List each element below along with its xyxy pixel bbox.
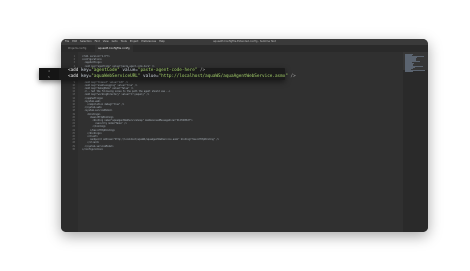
xml-string: "paste-agent-code-here" [137,68,198,73]
xml-string: "agentCode" [91,68,120,73]
zoomed-code-callout: 4 5 <add key="agentCode" value="paste-ag… [39,68,296,80]
tab-projects-config[interactable]: Projects.config [65,45,89,52]
code-line: </configuration> [82,147,104,151]
xml-string: "aquaWebServiceURL" [91,74,141,79]
code-line: <endpoint address="http://localhost/aqua… [82,138,219,142]
minimap[interactable] [403,52,428,232]
line-number: 30 [72,147,75,151]
tab-bar: Projects.config aquaAPI.ConfigFile.confi… [61,45,428,52]
xml-tag: <add [68,68,79,73]
xml-tag: <add [68,74,79,79]
xml-tag-end: /> [197,68,206,73]
xml-attr: value= [119,68,138,73]
zoom-line-number: 5 [48,75,50,79]
xml-attr: key= [78,74,92,79]
xml-tag-end: /> [287,74,296,79]
xml-attr: value= [140,74,159,79]
tab-aquaapi-config[interactable]: aquaAPI.ConfigFile.config [95,45,133,52]
xml-string: "http://localhost/aquaWS/aquaAgentWebSer… [158,74,288,79]
minimap-line [405,71,412,73]
xml-attr: key= [78,68,92,73]
zoom-code-line-webservice-url: <add key="aquaWebServiceURL" value="http… [68,74,296,80]
